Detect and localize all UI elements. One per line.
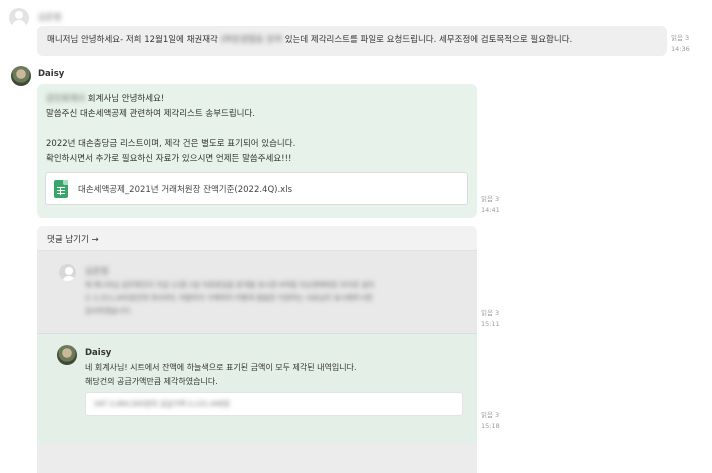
leave-reply-link[interactable]: 댓글 남기기 → xyxy=(47,233,99,245)
message-bubble: 매니저님 안녕하세요- 저희 12월1일에 채권재각 (㈜한경협동 한꺼 있는데… xyxy=(37,26,667,56)
avatar[interactable] xyxy=(57,345,77,365)
timestamp: 15:11 xyxy=(481,320,500,328)
timestamp: 14:36 xyxy=(671,45,690,53)
thread-footer xyxy=(37,444,477,473)
sender-name: 김은정 xyxy=(38,13,62,23)
message-text: 매니저님 안녕하세요- 저희 12월1일에 채권재각 (㈜한경협동 한꺼 있는데… xyxy=(47,35,573,45)
message-text: 공인회계사 회계사님 안녕하세요! xyxy=(46,94,165,104)
file-attachment[interactable]: 대손세액공제_2021년 거래처원장 잔액기준(2022.4Q).xls xyxy=(45,172,468,205)
message-text: 확인하시면서 추가로 필요하신 자료가 있으시면 언제든 말씀주세요!!! xyxy=(46,154,292,164)
timestamp: 14:41 xyxy=(481,206,500,214)
read-count: 읽음 3 xyxy=(481,195,500,203)
message-text: 2022년 대손충당금 리스트이며, 제각 건은 별도로 표기되어 있습니다. xyxy=(46,139,296,149)
file-name[interactable]: 대손세액공제_2021년 거래처원장 잔액기준(2022.4Q).xls xyxy=(78,183,292,195)
message-text: 제 매니저님 실무확인이 지금 12월 1일 자료분입을 분개를 표시한 6억월… xyxy=(85,281,375,289)
sender-name: Daisy xyxy=(85,348,112,358)
thread-reply: Daisy 네 회계사님! 시트에서 잔액에 하늘색으로 표기된 금액이 모두 … xyxy=(37,334,477,444)
read-count: 읽음 3 xyxy=(481,309,500,317)
card-text: VAT 3,464,000원의 공급가액 3,131,446원 xyxy=(94,400,230,408)
read-count: 읽음 3 xyxy=(481,411,500,419)
quoted-amount-card: VAT 3,464,000원의 공급가액 3,131,446원 xyxy=(85,392,463,416)
message-text: 드 2,311,445원인데 회사부도 처럼하지 가제하려 어떻게 말씀한 지원… xyxy=(85,294,373,302)
message-bubble: 공인회계사 회계사님 안녕하세요! 말씀주신 대손세액공제 관련하여 제각리스트… xyxy=(37,84,477,218)
message-meta: 읽음 3 14:36 xyxy=(671,33,690,55)
avatar[interactable] xyxy=(59,264,76,281)
thread-reply: 김은정 제 매니저님 실무확인이 지금 12월 1일 자료분입을 분개를 표시한… xyxy=(37,251,477,333)
read-count: 읽음 3 xyxy=(671,34,690,42)
message-text: 네 회계사님! 시트에서 잔액에 하늘색으로 표기된 금액이 모두 제각된 내역… xyxy=(85,363,357,372)
reply-thread: 댓글 남기기 → 김은정 제 매니저님 실무확인이 지금 12월 1일 자료분입… xyxy=(37,226,477,473)
message-text: 해당건의 공급가액만큼 제각하였습니다. xyxy=(85,377,218,386)
message-meta: 읽음 3 14:41 xyxy=(481,194,500,216)
message-meta: 읽음 3 15:11 xyxy=(481,308,500,330)
message-text: 말씀주신 대손세액공제 관련하여 제각리스트 송부드립니다. xyxy=(46,109,256,119)
spreadsheet-file-icon xyxy=(54,179,68,198)
sender-name: 김은정 xyxy=(85,267,109,277)
sender-name: Daisy xyxy=(38,69,65,79)
avatar[interactable] xyxy=(9,8,29,28)
avatar[interactable] xyxy=(11,66,31,86)
message-meta: 읽음 3 15:18 xyxy=(481,410,500,432)
timestamp: 15:18 xyxy=(481,422,500,430)
message-text: 감사하겠습니다. xyxy=(85,307,133,315)
